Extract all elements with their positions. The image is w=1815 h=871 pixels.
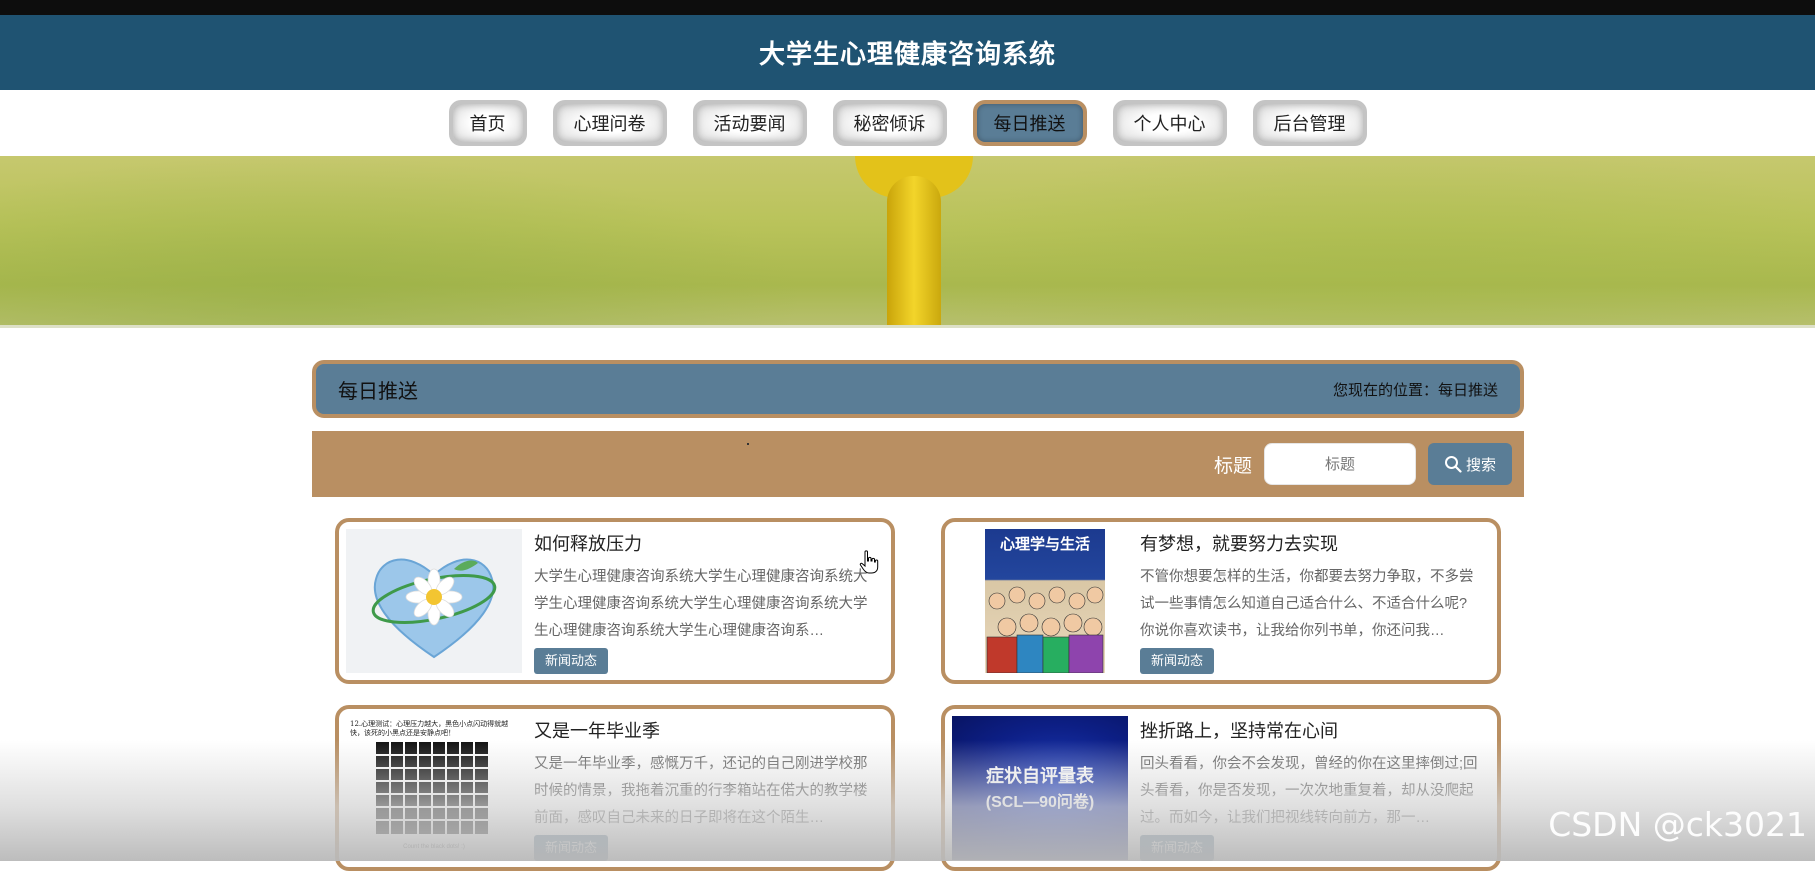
news-card[interactable]: 心理学与生活 有梦想，就要努力去实现 不管你想要怎样的生活，你都要去努力争取，不…	[941, 518, 1501, 684]
hand-cursor-icon	[859, 550, 879, 574]
grid-illusion-icon: 12.心理测试：心理压力越大，黑色小点闪动得就越快，该死的小黑点还是安静点吧！ …	[346, 716, 522, 860]
search-label: 标题	[1213, 455, 1252, 477]
nav-item-admin[interactable]: 后台管理	[1252, 100, 1367, 146]
book-cover-icon: 心理学与生活	[952, 529, 1128, 673]
book-cover: 心理学与生活	[985, 529, 1105, 673]
section-title-bar: 每日推送 您现在的位置：每日推送	[312, 360, 1524, 418]
card-tag[interactable]: 新闻动态	[1140, 835, 1215, 861]
nav-item-activity-news[interactable]: 活动要闻	[692, 100, 807, 146]
heart-flower-icon	[346, 529, 522, 673]
card-tag[interactable]: 新闻动态	[1140, 648, 1215, 674]
scale-cover-subtitle: (SCL—90问卷)	[985, 794, 1095, 811]
card-title[interactable]: 有梦想，就要努力去实现	[1140, 530, 1338, 556]
section-title: 每日推送	[338, 380, 418, 403]
nav-item-questionnaire[interactable]: 心理问卷	[552, 100, 667, 146]
search-button-label: 搜索	[1465, 456, 1496, 474]
breadcrumb: 您现在的位置：每日推送	[1332, 381, 1498, 399]
news-card[interactable]: 症状自评量表 (SCL—90问卷) 挫折路上，坚持常在心间 回头看看，你会不会发…	[941, 705, 1501, 871]
banner-divider	[0, 325, 1815, 328]
nav-item-personal-center[interactable]: 个人中心	[1112, 100, 1227, 146]
card-title[interactable]: 又是一年毕业季	[534, 717, 660, 743]
window-top-bar	[0, 0, 1815, 15]
scale-cover-title: 症状自评量表	[986, 766, 1094, 786]
nav-item-secret-talk[interactable]: 秘密倾诉	[832, 100, 947, 146]
book-cover-title: 心理学与生活	[999, 535, 1090, 553]
scale-cover-icon: 症状自评量表 (SCL—90问卷)	[952, 716, 1128, 860]
decorative-dot	[747, 443, 749, 445]
search-bar: 标题 搜索	[312, 431, 1524, 497]
card-tag[interactable]: 新闻动态	[534, 835, 609, 861]
watermark: CSDN @ck3021	[1548, 805, 1807, 844]
card-tag[interactable]: 新闻动态	[534, 648, 609, 674]
illusion-subcaption: Count the black dots! :)	[403, 844, 465, 850]
nav-item-home[interactable]: 首页	[448, 100, 527, 146]
banner-honey-stream	[887, 176, 941, 328]
news-card[interactable]: 如何释放压力 大学生心理健康咨询系统大学生心理健康咨询系统大学生心理健康咨询系统…	[335, 518, 895, 684]
site-header: 大学生心理健康咨询系统	[0, 15, 1815, 90]
card-title[interactable]: 挫折路上，坚持常在心间	[1140, 717, 1338, 743]
card-summary: 大学生心理健康咨询系统大学生心理健康咨询系统大学生心理健康咨询系统大学生心理健康…	[534, 569, 868, 639]
search-icon	[1444, 456, 1462, 473]
search-button[interactable]: 搜索	[1427, 443, 1512, 485]
banner-image	[0, 156, 1815, 328]
main-nav: 首页 心理问卷 活动要闻 秘密倾诉 每日推送 个人中心 后台管理	[0, 90, 1815, 156]
bottom-fade-overlay	[0, 740, 1815, 861]
site-title: 大学生心理健康咨询系统	[758, 39, 1056, 69]
card-title[interactable]: 如何释放压力	[534, 530, 642, 556]
news-card[interactable]: 12.心理测试：心理压力越大，黑色小点闪动得就越快，该死的小黑点还是安静点吧！ …	[335, 705, 895, 871]
nav-item-daily-push[interactable]: 每日推送	[972, 100, 1087, 146]
card-summary: 不管你想要怎样的生活，你都要去努力争取，不多尝试一些事情怎么知道自己适合什么、不…	[1140, 569, 1474, 639]
search-input[interactable]	[1263, 443, 1416, 485]
card-summary: 回头看看，你会不会发现，曾经的你在这里摔倒过;回头看看，你是否发现，一次次地重复…	[1140, 756, 1478, 826]
card-summary: 又是一年毕业季，感慨万千，还记的自己刚进学校那时候的情景，我拖着沉重的行李箱站在…	[534, 756, 868, 826]
